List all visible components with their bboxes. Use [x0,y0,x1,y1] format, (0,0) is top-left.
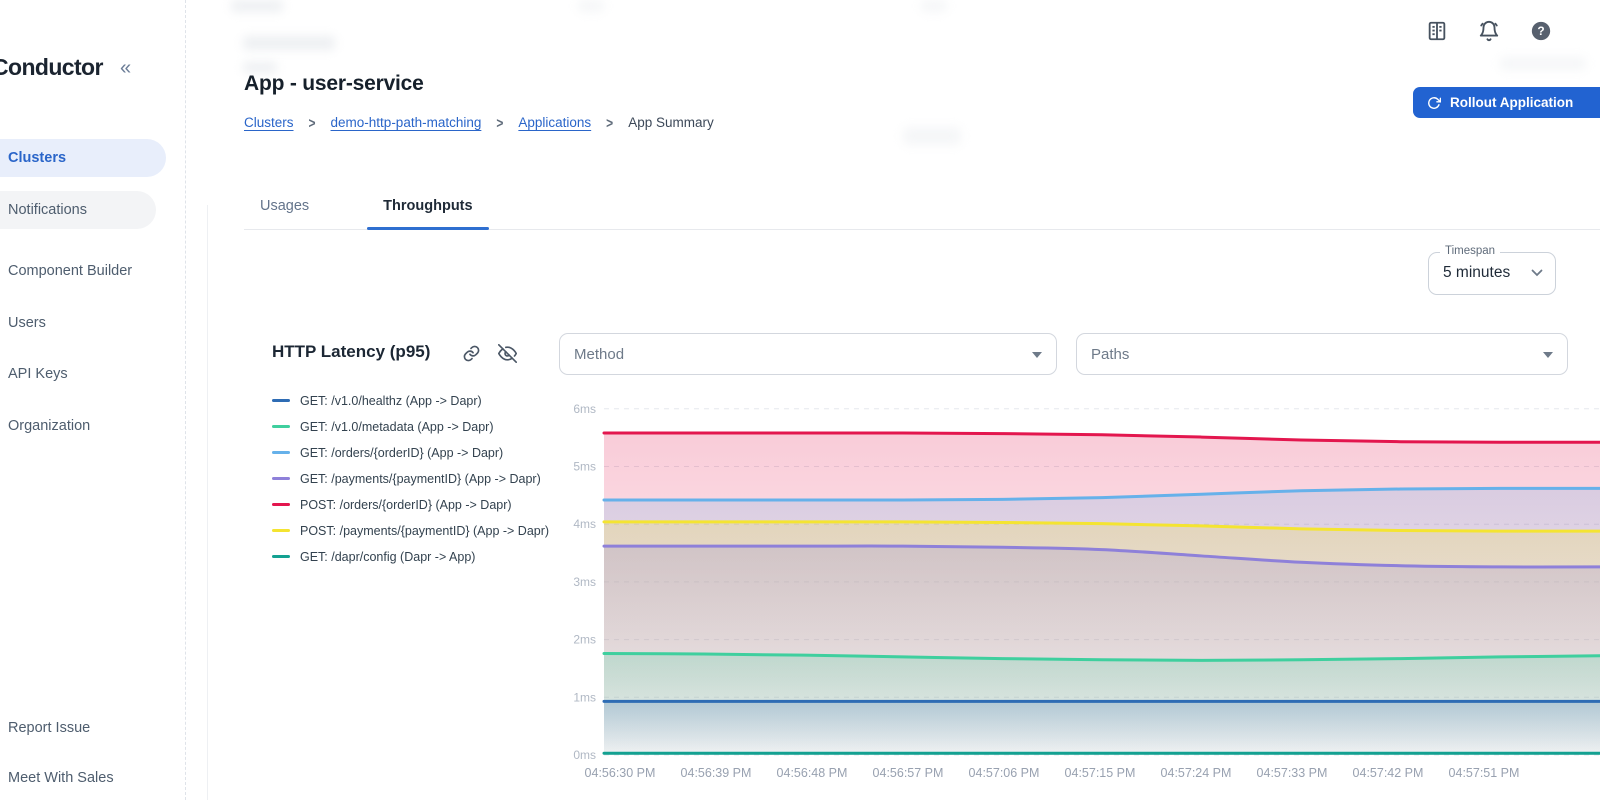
rollout-application-button[interactable]: Rollout Application [1413,87,1600,118]
tab-usages[interactable]: Usages [244,190,325,229]
timespan-label: Timespan [1440,245,1501,257]
x-axis-tick: 04:57:15 PM [1065,766,1136,780]
rollout-icon [1428,96,1441,109]
redacted-text [231,0,283,12]
timespan-select[interactable]: Timespan 5 minutes [1428,245,1556,295]
redacted-text [578,0,604,12]
breadcrumb: Clusters > demo-http-path-matching > Applica… [244,113,714,132]
sidebar-item-report-issue[interactable]: Report Issue [8,720,90,736]
legend-label: GET: /v1.0/metadata (App -> Dapr) [300,419,494,434]
app-window: Conductor « Clusters Notifications Compone… [0,0,1600,800]
x-axis-tick: 04:56:57 PM [873,766,944,780]
sidebar-item-component-builder[interactable]: Component Builder [0,252,132,290]
sidebar-item-api-keys[interactable]: API Keys [0,355,68,393]
legend-label: GET: /payments/{paymentID} (App -> Dapr) [300,471,541,486]
breadcrumb-applications[interactable]: Applications [518,115,591,130]
dropdown-arrow-icon [1032,352,1042,358]
tab-throughputs[interactable]: Throughputs [367,190,489,230]
x-axis-tick: 04:56:48 PM [777,766,848,780]
legend-label: GET: /dapr/config (Dapr -> App) [300,549,476,564]
y-axis-tick: 4ms [573,517,596,531]
latency-chart: 0ms 1ms 2ms 3ms 4ms 5ms 6ms 04:56:30 PM 04:56:39… [570,385,1600,800]
redacted-text [1500,57,1586,70]
svg-text:?: ? [1537,24,1544,38]
redacted-text [903,127,961,145]
legend-color-marker [272,555,290,558]
method-filter-select[interactable]: Method [559,333,1057,375]
tab-bar: Usages Throughputs [244,190,1600,230]
legend-color-marker [272,529,290,532]
copy-link-icon[interactable] [462,344,481,363]
legend-color-marker [272,477,290,480]
paths-placeholder: Paths [1091,345,1130,363]
sidebar-item-organization[interactable]: Organization [0,407,90,445]
legend-item[interactable]: POST: /payments/{paymentID} (App -> Dapr… [272,523,550,538]
y-axis-tick: 0ms [573,748,596,762]
x-axis-tick: 04:57:33 PM [1257,766,1328,780]
breadcrumb-clusters[interactable]: Clusters [244,115,294,130]
chart-legend: GET: /v1.0/healthz (App -> Dapr) GET: /v1… [272,394,549,576]
legend-item[interactable]: GET: /v1.0/metadata (App -> Dapr) [272,419,549,434]
legend-item[interactable]: GET: /orders/{orderID} (App -> Dapr) [272,445,549,460]
page-title: App - user-service [244,72,424,95]
x-axis-tick: 04:57:51 PM [1449,766,1520,780]
x-axis-tick: 04:57:06 PM [969,766,1040,780]
sidebar-item-users[interactable]: Users [0,304,46,342]
method-placeholder: Method [574,345,625,363]
legend-color-marker [272,451,290,454]
x-axis-tick: 04:57:42 PM [1353,766,1424,780]
billing-report-icon[interactable] [1426,20,1448,42]
legend-color-marker [272,399,290,402]
sidebar-item-clusters[interactable]: Clusters [0,139,166,177]
x-axis-tick: 04:56:39 PM [681,766,752,780]
y-axis-tick: 3ms [573,575,596,589]
timespan-value: 5 minutes [1443,264,1511,281]
legend-item[interactable]: GET: /v1.0/healthz (App -> Dapr) [272,393,549,408]
help-icon[interactable]: ? [1530,20,1552,42]
breadcrumb-separator-icon: > [606,113,614,132]
paths-filter-select[interactable]: Paths [1076,333,1568,375]
sidebar: Conductor « Clusters Notifications Compone… [0,0,186,800]
y-axis-tick: 2ms [573,633,596,647]
chart-title: HTTP Latency (p95) [272,342,431,361]
conductor-logo: Conductor [0,54,103,80]
x-axis-tick: 04:57:24 PM [1161,766,1232,780]
legend-label: POST: /orders/{orderID} (App -> Dapr) [300,497,512,512]
y-axis-tick: 5ms [573,460,596,474]
legend-item[interactable]: GET: /dapr/config (Dapr -> App) [272,549,549,564]
rollout-label: Rollout Application [1450,95,1574,110]
x-axis-tick: 04:56:30 PM [585,766,656,780]
hide-chart-eye-off-icon[interactable] [497,343,518,364]
y-axis-tick: 6ms [573,402,596,416]
sidebar-collapse-icon[interactable]: « [120,57,131,80]
redacted-text [921,0,947,12]
legend-item[interactable]: GET: /payments/{paymentID} (App -> Dapr) [272,471,549,486]
y-axis-tick: 1ms [573,690,596,704]
legend-color-marker [272,503,290,506]
breadcrumb-separator-icon: > [308,113,316,132]
legend-label: GET: /v1.0/healthz (App -> Dapr) [300,393,482,408]
dropdown-arrow-icon [1543,352,1553,358]
breadcrumb-separator-icon: > [496,113,504,132]
sidebar-item-meet-with-sales[interactable]: Meet With Sales [8,770,114,786]
breadcrumb-app-summary: App Summary [628,115,714,130]
breadcrumb-demo-http-path-matching[interactable]: demo-http-path-matching [331,115,482,130]
notifications-bell-icon[interactable] [1478,20,1500,42]
legend-label: GET: /orders/{orderID} (App -> Dapr) [300,445,504,460]
redacted-text [243,36,335,50]
chevron-down-icon [1531,269,1543,277]
legend-color-marker [272,425,290,428]
legend-item[interactable]: POST: /orders/{orderID} (App -> Dapr) [272,497,549,512]
series-area [604,701,1600,755]
content-divider [207,205,208,800]
sidebar-item-notifications[interactable]: Notifications [0,191,156,229]
legend-label: POST: /payments/{paymentID} (App -> Dapr… [300,523,550,538]
